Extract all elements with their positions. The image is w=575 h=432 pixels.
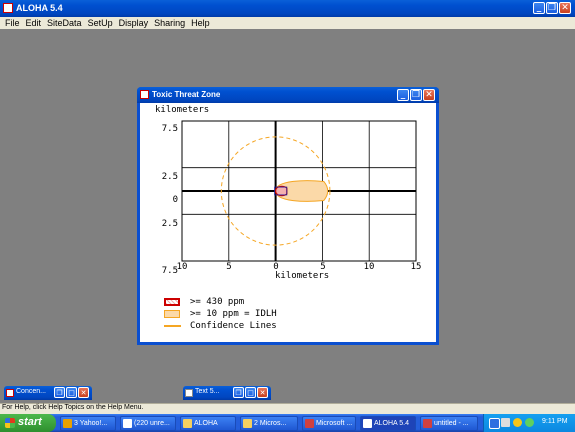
- taskbar-item-label: (220 unre...: [134, 420, 170, 427]
- app-title-bar[interactable]: ALOHA 5.4 _ ❐ ✕: [0, 0, 575, 17]
- x-tick-label: 10: [363, 262, 375, 272]
- taskbar-item-icon: [183, 419, 192, 428]
- taskbar-item-icon: [423, 419, 432, 428]
- menu-display[interactable]: Display: [116, 17, 152, 29]
- menu-sharing[interactable]: Sharing: [151, 17, 188, 29]
- menu-file[interactable]: File: [2, 17, 23, 29]
- restore-button[interactable]: ❐: [233, 387, 244, 398]
- maximize-button[interactable]: □: [245, 387, 256, 398]
- minimized-window-concentration[interactable]: Concen... ❐ □ ✕: [4, 386, 92, 400]
- maximize-button[interactable]: ❐: [546, 2, 558, 14]
- taskbar-item-icon: [363, 419, 372, 428]
- close-button[interactable]: ✕: [78, 387, 89, 398]
- taskbar-item-label: ALOHA 5.4: [374, 420, 410, 427]
- system-tray: 9:11 PM: [483, 414, 575, 432]
- x-tick-label: 15: [410, 262, 422, 272]
- x-tick-label: 5: [226, 262, 232, 272]
- status-text: For Help, click Help Topics on the Help …: [2, 404, 144, 411]
- threat-zone-window: Toxic Threat Zone _ ❐ ✕ kilometers kilom…: [137, 87, 439, 345]
- taskbar-item-label: 2 Micros...: [254, 420, 287, 427]
- minimized-title: Concen...: [16, 388, 46, 395]
- red-430ppm-zone: [274, 185, 288, 197]
- menu-bar: File Edit SiteData SetUp Display Sharing Help: [0, 17, 575, 29]
- help-tray-icon[interactable]: [489, 418, 500, 429]
- threat-zone-content: kilometers kilometers 7.5 2.5 0 2.5 7.5 10 5 0…: [140, 103, 436, 342]
- taskbar-item-label: 3 Yahoo!...: [74, 420, 108, 427]
- legend-label-idlh: >= 10 ppm = IDLH: [190, 309, 277, 319]
- y-tick-label: 0: [172, 195, 178, 205]
- taskbar-item[interactable]: untitled - ...: [420, 416, 478, 431]
- legend-line-confidence: [164, 325, 181, 327]
- app-title: ALOHA 5.4: [16, 3, 63, 13]
- window-minimize-button[interactable]: _: [397, 89, 409, 101]
- taskbar-item-label: Microsoft ...: [316, 420, 353, 427]
- window-icon: [185, 389, 193, 397]
- threat-zone-title: Toxic Threat Zone: [152, 90, 221, 99]
- y-tick-label: 7.5: [161, 124, 178, 134]
- minimize-button[interactable]: _: [533, 2, 545, 14]
- taskbar-item-icon: [243, 419, 252, 428]
- start-button[interactable]: start: [0, 414, 56, 432]
- x-tick-label: 0: [273, 262, 279, 272]
- taskbar-item[interactable]: ALOHA: [180, 416, 236, 431]
- taskbar-item-icon: [305, 419, 314, 428]
- y-tick-label: 2.5: [161, 172, 178, 182]
- window-maximize-button[interactable]: ❐: [410, 89, 422, 101]
- close-button[interactable]: ✕: [257, 387, 268, 398]
- legend-swatch-orange: [164, 310, 180, 318]
- menu-help[interactable]: Help: [188, 17, 213, 29]
- minimized-title: Text 5...: [195, 388, 220, 395]
- app-icon: [3, 3, 13, 13]
- taskbar-item[interactable]: (220 unre...: [120, 416, 176, 431]
- taskbar-item-icon: [63, 419, 72, 428]
- window-icon: [6, 389, 14, 397]
- window-icon: [140, 90, 149, 99]
- maximize-button[interactable]: □: [66, 387, 77, 398]
- windows-logo-icon: [5, 418, 15, 428]
- window-close-button[interactable]: ✕: [423, 89, 435, 101]
- taskbar-item[interactable]: ALOHA 5.4: [360, 416, 416, 431]
- close-button[interactable]: ✕: [559, 2, 571, 14]
- taskbar-item[interactable]: 2 Micros...: [240, 416, 298, 431]
- y-unit-label: kilometers: [155, 105, 210, 115]
- threat-zone-title-bar[interactable]: Toxic Threat Zone _ ❐ ✕: [137, 87, 439, 103]
- taskbar-item[interactable]: 3 Yahoo!...: [60, 416, 116, 431]
- taskbar-item[interactable]: Microsoft ...: [302, 416, 356, 431]
- taskbar-item-icon: [123, 419, 132, 428]
- menu-setup[interactable]: SetUp: [85, 17, 116, 29]
- threat-zone-plot: [181, 120, 417, 262]
- start-label: start: [18, 416, 42, 428]
- messenger-tray-icon[interactable]: [513, 418, 522, 427]
- x-tick-label: 5: [320, 262, 326, 272]
- legend-label-confidence: Confidence Lines: [190, 321, 277, 331]
- clock[interactable]: 9:11 PM: [542, 418, 568, 425]
- taskbar: start 3 Yahoo!... (220 unre... ALOHA 2 Micr…: [0, 414, 575, 432]
- legend-swatch-red: [164, 298, 180, 306]
- status-bar: For Help, click Help Topics on the Help …: [0, 403, 575, 414]
- x-unit-label: kilometers: [275, 271, 330, 281]
- y-tick-label: 2.5: [161, 219, 178, 229]
- menu-sitedata[interactable]: SiteData: [44, 17, 85, 29]
- network-tray-icon[interactable]: [501, 418, 510, 427]
- menu-edit[interactable]: Edit: [23, 17, 45, 29]
- volume-tray-icon[interactable]: [525, 418, 534, 427]
- restore-button[interactable]: ❐: [54, 387, 65, 398]
- taskbar-item-label: ALOHA: [194, 420, 218, 427]
- legend-label-430ppm: >= 430 ppm: [190, 297, 245, 307]
- taskbar-item-label: untitled - ...: [434, 420, 469, 427]
- x-tick-label: 10: [176, 262, 188, 272]
- minimized-window-text-summary[interactable]: Text 5... ❐ □ ✕: [183, 386, 271, 400]
